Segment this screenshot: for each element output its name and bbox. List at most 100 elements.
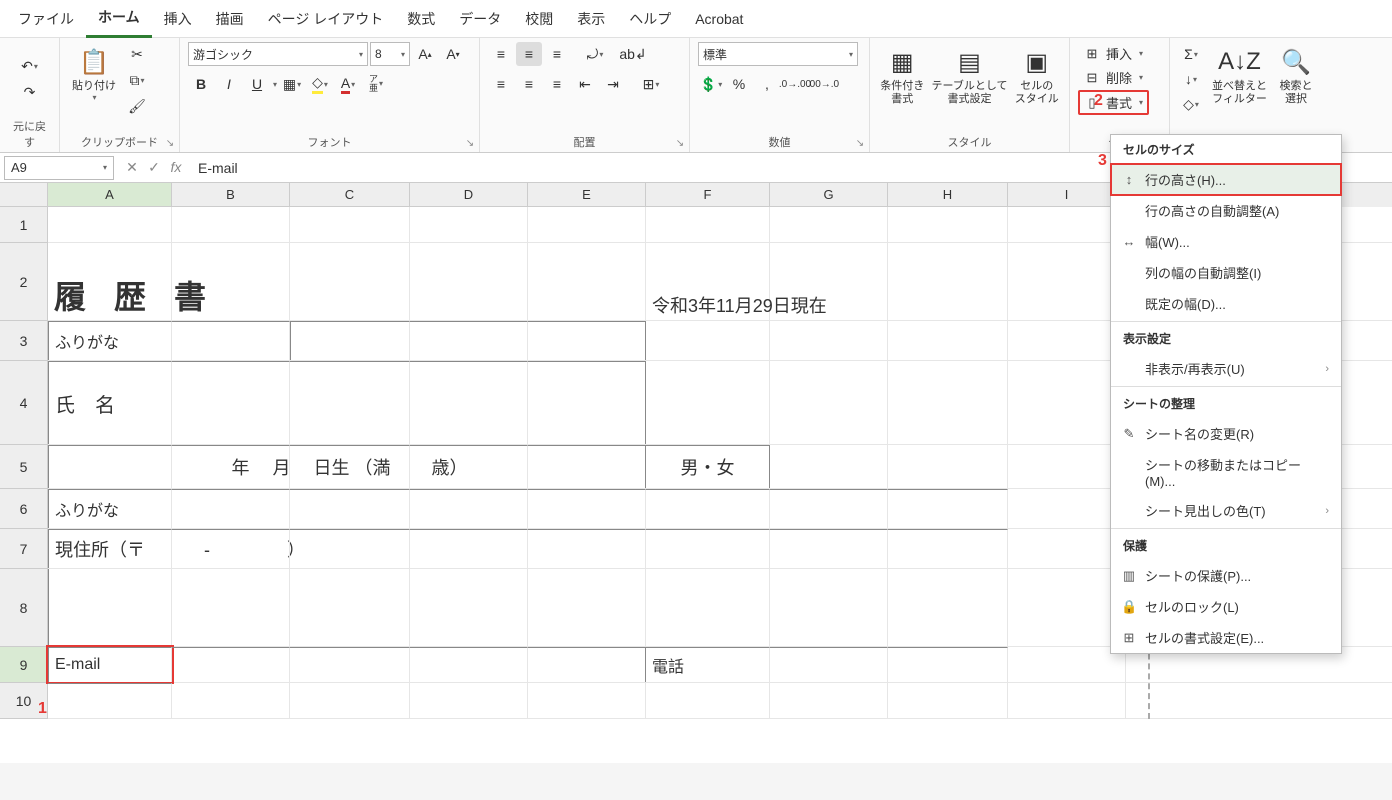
fill-color-button[interactable]: ◇▾ [307,72,333,96]
increase-font-button[interactable]: A▴ [412,42,438,66]
col-header-f[interactable]: F [646,183,770,207]
underline-button[interactable]: U [244,72,270,96]
clear-button[interactable]: ◇▾ [1178,92,1204,116]
align-top-button[interactable]: ≡ [488,42,514,66]
row-header-5[interactable]: 5 [0,445,48,489]
bold-button[interactable]: B [188,72,214,96]
paste-button[interactable]: 📋 貼り付け ▾ [68,42,120,104]
menu-formulas[interactable]: 数式 [395,1,447,37]
select-all-corner[interactable] [0,183,48,207]
menu-data[interactable]: データ [447,1,513,37]
col-header-d[interactable]: D [410,183,528,207]
fill-button[interactable]: ↓▾ [1178,67,1204,91]
merge-button[interactable]: ⊞▾ [638,72,664,96]
borders-button[interactable]: ▦▾ [279,72,305,96]
row-header-4[interactable]: 4 [0,361,48,445]
menu-format-cells-dlg[interactable]: ⊞セルの書式設定(E)... [1111,622,1341,653]
cell-email[interactable]: E-mail [48,647,172,682]
orientation-button[interactable]: ⤾▾ [582,42,608,66]
menu-draw[interactable]: 描画 [204,1,256,37]
enter-formula-icon[interactable]: ✓ [144,159,164,176]
cell-name[interactable]: 氏 名 [48,361,172,444]
col-header-a[interactable]: A [48,183,172,207]
row-header-7[interactable]: 7 [0,529,48,569]
cell-gender[interactable]: 男・女 [646,445,770,488]
fx-icon[interactable]: fx [166,159,186,176]
align-left-button[interactable]: ≡ [488,72,514,96]
italic-button[interactable]: I [216,72,242,96]
cell-styles-button[interactable]: ▣セルの スタイル [1013,42,1062,108]
menu-insert[interactable]: 挿入 [152,1,204,37]
font-name-combo[interactable]: 游ゴシック▾ [188,42,368,66]
menu-lock-cell[interactable]: 🔒セルのロック(L) [1111,591,1341,622]
delete-cells-button[interactable]: ⊟削除▾ [1078,66,1149,89]
format-painter-button[interactable]: 🖌 [124,94,150,118]
comma-button[interactable]: , [754,72,780,96]
menu-protect-sheet[interactable]: ▥シートの保護(P)... [1111,560,1341,591]
row-header-9[interactable]: 9 [0,647,48,683]
decrease-indent-button[interactable]: ⇤ [572,72,598,96]
cell-address[interactable]: 現住所（〒 - ） [48,529,172,568]
decrease-font-button[interactable]: A▾ [440,42,466,66]
insert-cells-button[interactable]: ⊞挿入▾ [1078,42,1149,65]
menu-page-layout[interactable]: ページ レイアウト [256,1,396,37]
font-size-combo[interactable]: 8▾ [370,42,410,66]
format-cells-button[interactable]: ▯書式▾ [1078,90,1149,115]
menu-default-width[interactable]: 既定の幅(D)... [1111,288,1341,319]
increase-decimal-button[interactable]: .0→.00 [782,72,808,96]
menu-review[interactable]: 校閲 [513,1,565,37]
align-center-button[interactable]: ≡ [516,72,542,96]
cell-furigana2[interactable]: ふりがな [48,489,172,528]
align-launcher-icon[interactable]: ↘ [673,136,687,150]
clipboard-launcher-icon[interactable]: ↘ [163,136,177,150]
wrap-text-button[interactable]: ab↲ [620,42,646,66]
percent-button[interactable]: % [726,72,752,96]
cell-furigana1[interactable]: ふりがな [48,321,172,360]
align-middle-button[interactable]: ≡ [516,42,542,66]
row-header-8[interactable]: 8 [0,569,48,647]
row-header-1[interactable]: 1 [0,207,48,243]
redo-button[interactable]: ↷ [17,80,43,104]
font-launcher-icon[interactable]: ↘ [463,136,477,150]
row-header-6[interactable]: 6 [0,489,48,529]
col-header-c[interactable]: C [290,183,410,207]
cancel-formula-icon[interactable]: ✕ [122,159,142,176]
cut-button[interactable]: ✂ [124,42,150,66]
col-header-e[interactable]: E [528,183,646,207]
menu-rename-sheet[interactable]: ✎シート名の変更(R) [1111,418,1341,449]
col-header-h[interactable]: H [888,183,1008,207]
increase-indent-button[interactable]: ⇥ [600,72,626,96]
copy-button[interactable]: ⧉▾ [124,68,150,92]
number-launcher-icon[interactable]: ↘ [853,136,867,150]
conditional-format-button[interactable]: ▦条件付き 書式 [878,42,927,108]
number-format-combo[interactable]: 標準▾ [698,42,858,66]
sort-filter-button[interactable]: A↓Z並べ替えと フィルター [1208,42,1271,108]
phonetic-button[interactable]: ア亜▾ [363,72,389,96]
menu-autofit-col[interactable]: 列の幅の自動調整(I) [1111,257,1341,288]
menu-move-copy[interactable]: シートの移動またはコピー(M)... [1111,449,1341,495]
menu-hide-unhide[interactable]: 非表示/再表示(U)› [1111,353,1341,384]
align-right-button[interactable]: ≡ [544,72,570,96]
name-box[interactable]: A9▾ [4,156,114,180]
font-color-button[interactable]: A▾ [335,72,361,96]
find-select-button[interactable]: 🔍検索と 選択 [1275,42,1317,108]
col-header-i[interactable]: I [1008,183,1126,207]
menu-row-height[interactable]: ↕行の高さ(H)... [1111,164,1341,195]
menu-view[interactable]: 表示 [565,1,617,37]
menu-tab-color[interactable]: シート見出しの色(T)› [1111,495,1341,526]
undo-button[interactable]: ↶▾ [17,54,43,78]
menu-file[interactable]: ファイル [6,1,86,37]
menu-acrobat[interactable]: Acrobat [683,3,755,35]
col-header-g[interactable]: G [770,183,888,207]
table-format-button[interactable]: ▤テーブルとして 書式設定 [931,42,1009,108]
menu-autofit-row[interactable]: 行の高さの自動調整(A) [1111,195,1341,226]
align-bottom-button[interactable]: ≡ [544,42,570,66]
col-header-b[interactable]: B [172,183,290,207]
cell-phone[interactable]: 電話 [646,647,770,682]
menu-help[interactable]: ヘルプ [617,1,683,37]
row-header-2[interactable]: 2 [0,243,48,321]
accounting-button[interactable]: 💲▾ [698,72,724,96]
decrease-decimal-button[interactable]: .00→.0 [810,72,836,96]
menu-col-width[interactable]: ↔幅(W)... [1111,226,1341,257]
cell-birth[interactable]: 年 月 日生 （満 歳） [290,445,410,488]
